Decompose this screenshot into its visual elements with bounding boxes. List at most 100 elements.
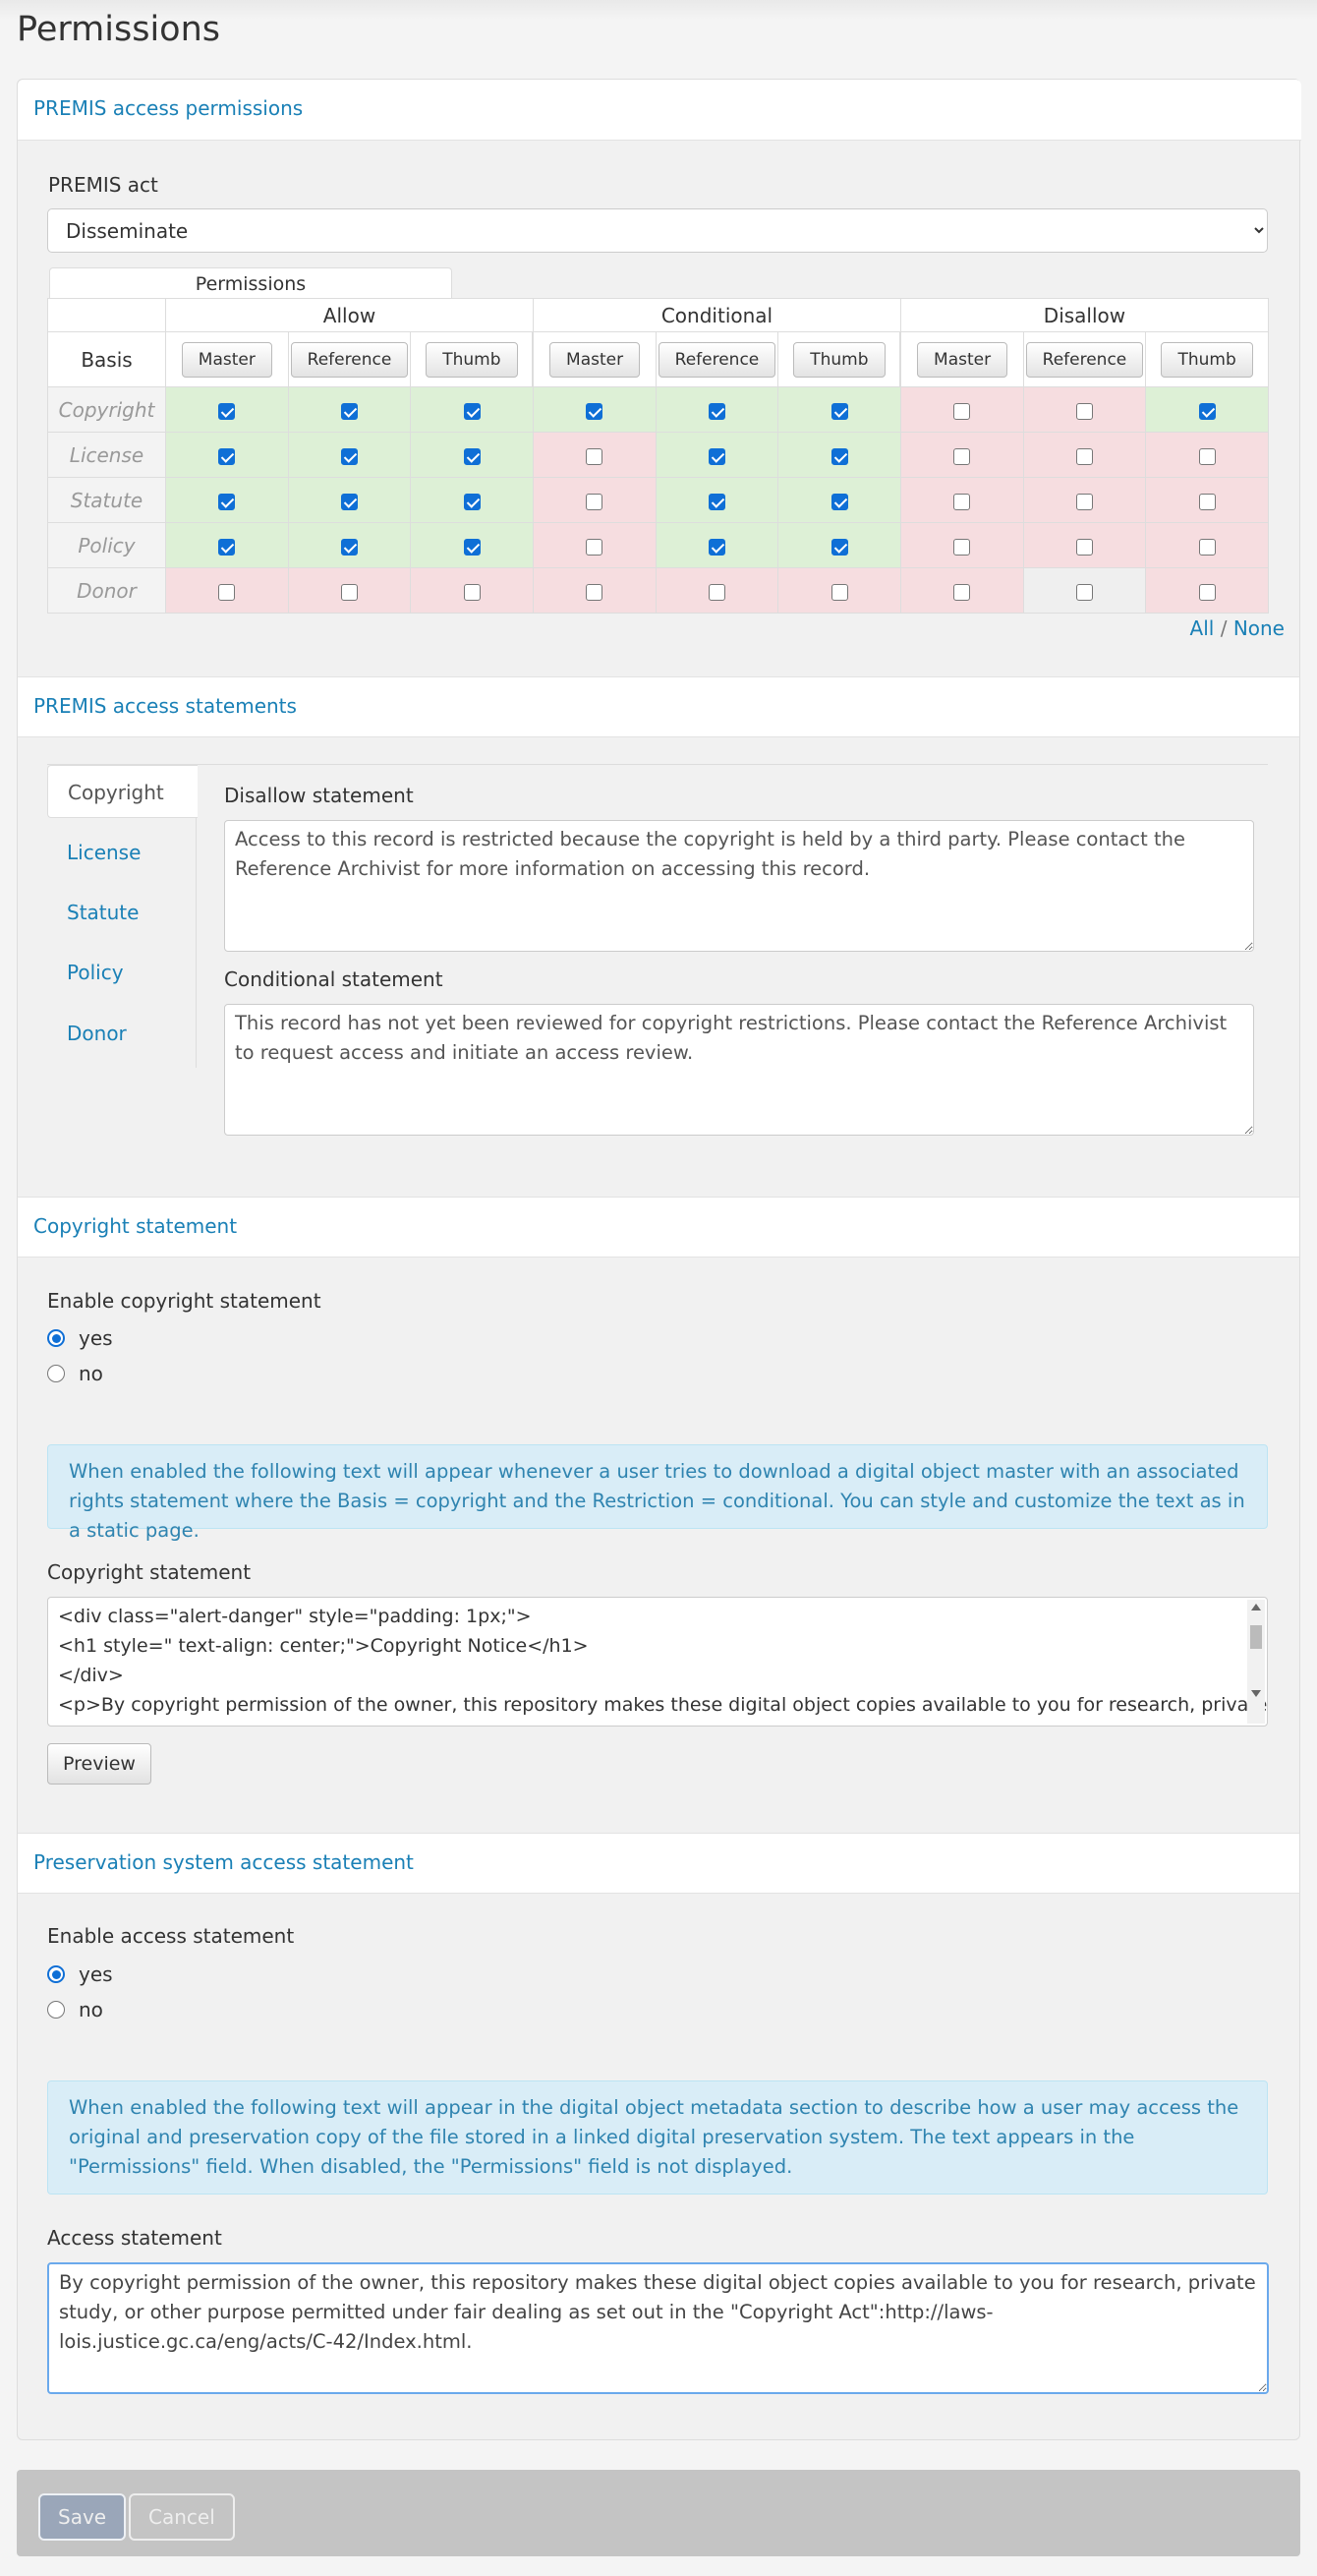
- permission-checkbox[interactable]: [218, 402, 236, 420]
- permission-checkbox[interactable]: [708, 402, 725, 420]
- premis-act-select[interactable]: Disseminate: [47, 208, 1268, 253]
- permission-checkbox[interactable]: [830, 493, 848, 510]
- tab-license[interactable]: License: [47, 826, 197, 879]
- permission-checkbox[interactable]: [586, 538, 603, 556]
- premis-permissions-header[interactable]: PREMIS access permissions: [18, 80, 1301, 141]
- permission-checkbox[interactable]: [953, 447, 971, 465]
- permission-checkbox[interactable]: [1075, 447, 1093, 465]
- permission-checkbox[interactable]: [218, 583, 236, 601]
- column-toggle-button[interactable]: Master: [917, 341, 1008, 378]
- permission-checkbox[interactable]: [953, 583, 971, 601]
- conditional-statement-textarea[interactable]: This record has not yet been reviewed fo…: [224, 1004, 1254, 1136]
- permission-checkbox[interactable]: [830, 538, 848, 556]
- permission-checkbox[interactable]: [1075, 402, 1093, 420]
- permission-checkbox[interactable]: [830, 583, 848, 601]
- access-info-alert: When enabled the following text will app…: [47, 2080, 1268, 2195]
- permission-checkbox[interactable]: [218, 447, 236, 465]
- select-all-link[interactable]: All: [1190, 616, 1215, 640]
- permission-checkbox[interactable]: [463, 447, 481, 465]
- copyright-yes-label[interactable]: yes: [79, 1326, 113, 1350]
- permission-checkbox[interactable]: [340, 402, 358, 420]
- scroll-thumb[interactable]: [1250, 1625, 1262, 1649]
- column-toggle-button[interactable]: Thumb: [1161, 341, 1253, 378]
- access-no-radio[interactable]: [47, 2001, 65, 2019]
- access-yes-radio[interactable]: [47, 1965, 65, 1983]
- permission-checkbox[interactable]: [708, 583, 725, 601]
- tab-donor[interactable]: Donor: [47, 1007, 197, 1060]
- access-statement-textarea[interactable]: By copyright permission of the owner, th…: [47, 2262, 1269, 2394]
- permission-checkbox[interactable]: [340, 538, 358, 556]
- editor-scrollbar[interactable]: [1247, 1600, 1265, 1724]
- select-none-link[interactable]: None: [1233, 616, 1285, 640]
- permission-checkbox[interactable]: [1075, 538, 1093, 556]
- permission-checkbox[interactable]: [218, 493, 236, 510]
- permission-checkbox[interactable]: [340, 583, 358, 601]
- permission-cell: [655, 567, 779, 614]
- permission-checkbox[interactable]: [218, 538, 236, 556]
- column-toggle-button[interactable]: Reference: [290, 341, 409, 378]
- permission-checkbox[interactable]: [340, 493, 358, 510]
- copyright-statement-editor[interactable]: <div class="alert-danger" style="padding…: [47, 1597, 1268, 1727]
- permission-cell: [1145, 432, 1269, 478]
- disallow-statement-textarea[interactable]: Access to this record is restricted beca…: [224, 820, 1254, 952]
- tab-policy[interactable]: Policy: [47, 946, 197, 999]
- permission-checkbox[interactable]: [1198, 538, 1216, 556]
- column-button-cell: Thumb: [1145, 331, 1269, 387]
- tab-copyright[interactable]: Copyright: [47, 765, 198, 818]
- copyright-statement-header[interactable]: Copyright statement: [17, 1197, 1300, 1258]
- permission-checkbox[interactable]: [830, 402, 848, 420]
- column-toggle-button[interactable]: Reference: [658, 341, 776, 378]
- permission-checkbox[interactable]: [586, 583, 603, 601]
- section-title[interactable]: Preservation system access statement: [33, 1850, 414, 1874]
- section-title[interactable]: PREMIS access permissions: [33, 96, 303, 120]
- column-toggle-button[interactable]: Thumb: [793, 341, 886, 378]
- permission-checkbox[interactable]: [1075, 493, 1093, 510]
- conditional-statement-label: Conditional statement: [224, 967, 443, 991]
- permission-checkbox[interactable]: [1198, 447, 1216, 465]
- permission-checkbox[interactable]: [1198, 402, 1216, 420]
- column-button-cell: Reference: [655, 331, 779, 387]
- permission-checkbox[interactable]: [463, 493, 481, 510]
- permission-checkbox[interactable]: [953, 402, 971, 420]
- copyright-no-radio[interactable]: [47, 1365, 65, 1382]
- permission-row: Copyright: [47, 386, 1269, 433]
- permission-checkbox[interactable]: [953, 538, 971, 556]
- copyright-yes-radio[interactable]: [47, 1329, 65, 1347]
- permission-checkbox[interactable]: [463, 402, 481, 420]
- access-yes-label[interactable]: yes: [79, 1962, 113, 1986]
- permission-checkbox[interactable]: [953, 493, 971, 510]
- permission-checkbox[interactable]: [830, 447, 848, 465]
- tab-statute[interactable]: Statute: [47, 886, 197, 939]
- permission-row: Donor: [47, 567, 1269, 614]
- permission-checkbox[interactable]: [1198, 583, 1216, 601]
- column-toggle-button[interactable]: Thumb: [426, 341, 518, 378]
- permission-checkbox[interactable]: [340, 447, 358, 465]
- cancel-button[interactable]: Cancel: [129, 2493, 235, 2541]
- save-button[interactable]: Save: [38, 2493, 127, 2541]
- permission-checkbox[interactable]: [708, 447, 725, 465]
- premis-statements-header[interactable]: PREMIS access statements: [17, 676, 1300, 737]
- permission-checkbox[interactable]: [708, 538, 725, 556]
- permission-checkbox[interactable]: [586, 493, 603, 510]
- permission-checkbox[interactable]: [463, 538, 481, 556]
- permission-checkbox[interactable]: [1075, 583, 1093, 601]
- section-title[interactable]: Copyright statement: [33, 1214, 237, 1238]
- column-toggle-button[interactable]: Master: [181, 341, 272, 378]
- access-no-label[interactable]: no: [79, 1998, 103, 2021]
- preservation-statement-header[interactable]: Preservation system access statement: [17, 1833, 1300, 1894]
- column-toggle-button[interactable]: Master: [549, 341, 641, 378]
- scroll-up-icon[interactable]: [1251, 1604, 1261, 1610]
- scroll-down-icon[interactable]: [1251, 1690, 1261, 1697]
- column-toggle-button[interactable]: Reference: [1025, 341, 1144, 378]
- permission-checkbox[interactable]: [1198, 493, 1216, 510]
- permission-cell: [410, 432, 534, 478]
- disallow-statement-label: Disallow statement: [224, 784, 414, 807]
- section-title[interactable]: PREMIS access statements: [33, 694, 297, 718]
- permission-checkbox[interactable]: [586, 402, 603, 420]
- permission-cell: [777, 386, 901, 433]
- permission-checkbox[interactable]: [708, 493, 725, 510]
- copyright-no-label[interactable]: no: [79, 1362, 103, 1385]
- preview-button[interactable]: Preview: [47, 1743, 151, 1785]
- permission-checkbox[interactable]: [463, 583, 481, 601]
- permission-checkbox[interactable]: [586, 447, 603, 465]
